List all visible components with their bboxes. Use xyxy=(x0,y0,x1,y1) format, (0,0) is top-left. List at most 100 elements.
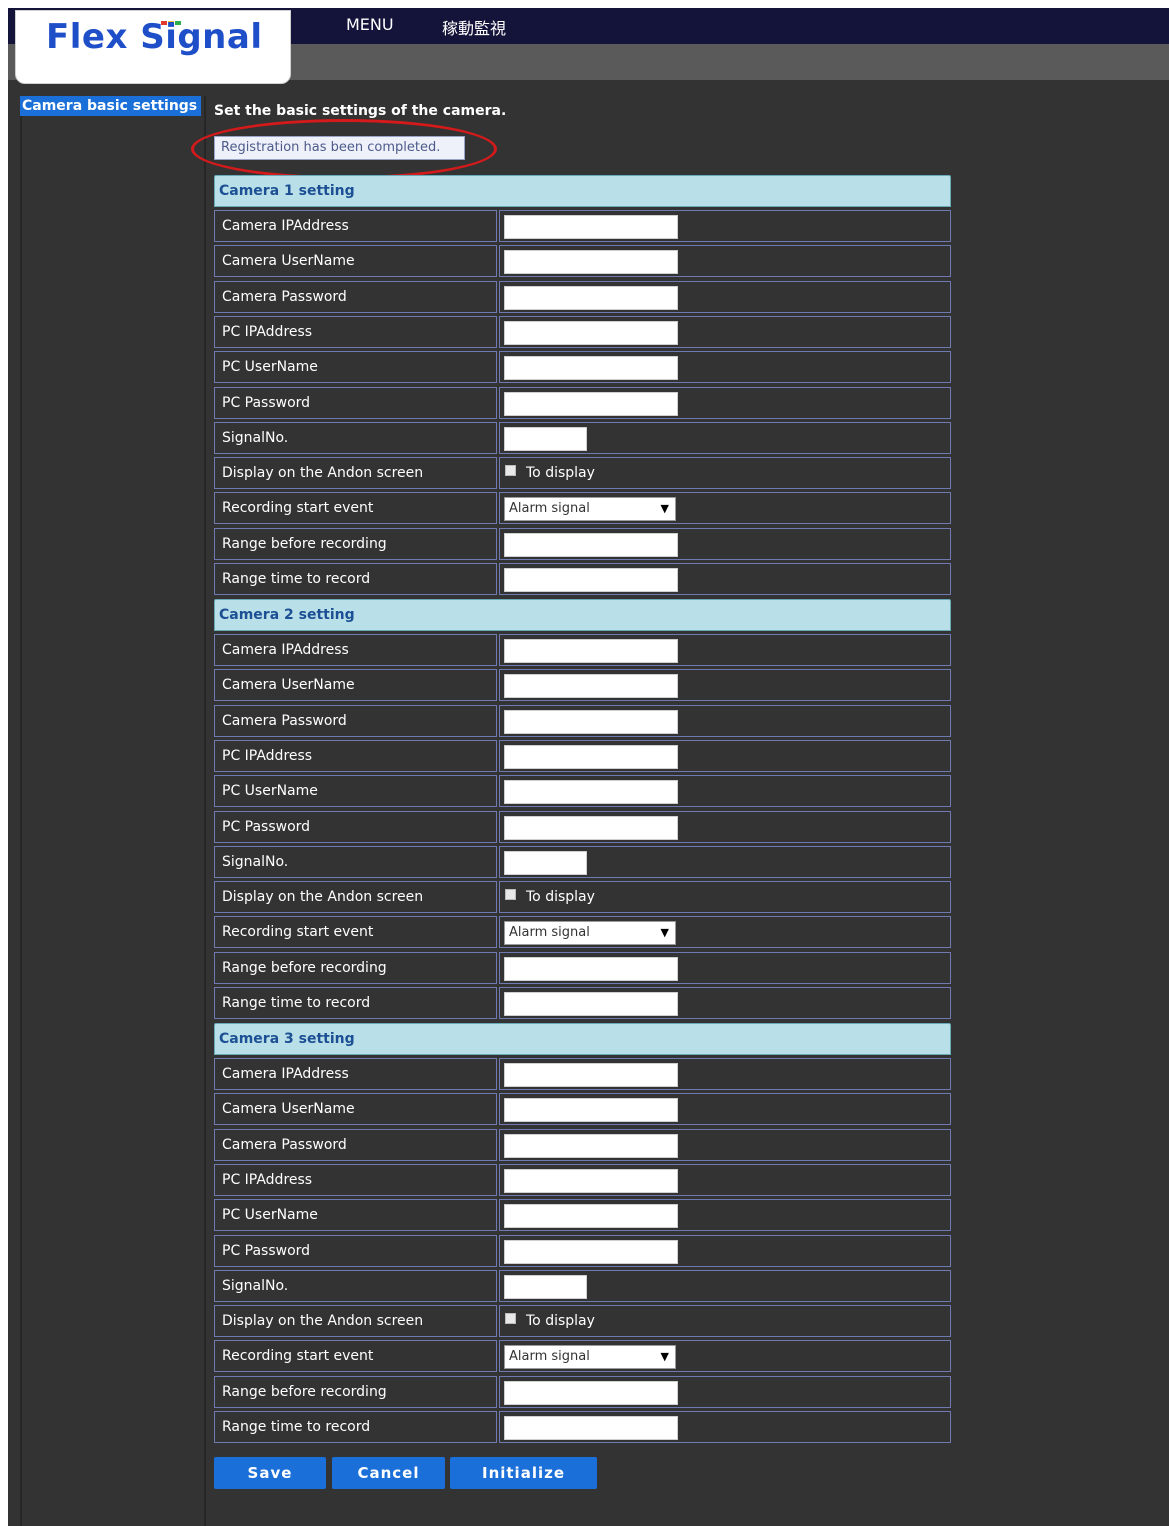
form-row: SignalNo. xyxy=(214,422,951,454)
text-input[interactable] xyxy=(504,1134,678,1158)
text-input[interactable] xyxy=(504,286,678,310)
text-input[interactable] xyxy=(504,427,587,451)
sidebar-item-camera-basic-settings[interactable]: Camera basic settings xyxy=(20,96,201,116)
section-header: Camera 1 setting xyxy=(214,175,951,207)
text-input[interactable] xyxy=(504,674,678,698)
field-value-cell: Alarm signal ▼ xyxy=(499,492,951,524)
checkbox-label[interactable]: To display xyxy=(526,458,595,488)
form-row: SignalNo. xyxy=(214,846,951,878)
logo-text: Flex Signal xyxy=(46,17,263,57)
text-input[interactable] xyxy=(504,392,678,416)
field-label: Range time to record xyxy=(214,987,497,1019)
field-label: SignalNo. xyxy=(214,422,497,454)
field-value-cell xyxy=(499,634,951,666)
text-input[interactable] xyxy=(504,1098,678,1122)
field-label: Range time to record xyxy=(214,1411,497,1443)
field-label: Display on the Andon screen xyxy=(214,1305,497,1337)
text-input[interactable] xyxy=(504,215,678,239)
form-row: Camera Password xyxy=(214,705,951,737)
dropdown-arrow-icon: ▼ xyxy=(660,502,669,515)
field-label: Camera UserName xyxy=(214,669,497,701)
cancel-button[interactable]: Cancel xyxy=(332,1457,445,1489)
field-label: PC Password xyxy=(214,387,497,419)
display-checkbox[interactable] xyxy=(505,1313,516,1324)
text-input[interactable] xyxy=(504,816,678,840)
text-input[interactable] xyxy=(504,1381,678,1405)
form-row: PC IPAddress xyxy=(214,316,951,348)
form-row: Camera IPAddress xyxy=(214,634,951,666)
form-row: Camera Password xyxy=(214,1129,951,1161)
form-row: PC Password xyxy=(214,1235,951,1267)
display-checkbox[interactable] xyxy=(505,465,516,476)
recording-event-select[interactable]: Alarm signal ▼ xyxy=(504,497,676,521)
form-row: Camera IPAddress xyxy=(214,210,951,242)
section-header: Camera 2 setting xyxy=(214,599,951,631)
nav-menu[interactable]: MENU xyxy=(346,15,394,34)
field-label: Range before recording xyxy=(214,1376,497,1408)
text-input[interactable] xyxy=(504,1416,678,1440)
field-value-cell: Alarm signal ▼ xyxy=(499,916,951,948)
text-input[interactable] xyxy=(504,533,678,557)
text-input[interactable] xyxy=(504,250,678,274)
form-row: PC IPAddress xyxy=(214,740,951,772)
field-label: SignalNo. xyxy=(214,846,497,878)
text-input[interactable] xyxy=(504,780,678,804)
display-checkbox[interactable] xyxy=(505,889,516,900)
field-value-cell xyxy=(499,528,951,560)
field-value-cell xyxy=(499,351,951,383)
dropdown-arrow-icon: ▼ xyxy=(660,1350,669,1363)
text-input[interactable] xyxy=(504,710,678,734)
form-row: Camera UserName xyxy=(214,245,951,277)
field-label: Camera Password xyxy=(214,705,497,737)
text-input[interactable] xyxy=(504,321,678,345)
field-label: Camera IPAddress xyxy=(214,1058,497,1090)
field-value-cell xyxy=(499,846,951,878)
checkbox-label[interactable]: To display xyxy=(526,882,595,912)
field-value-cell: To display xyxy=(499,457,951,489)
text-input[interactable] xyxy=(504,1169,678,1193)
field-value-cell xyxy=(499,740,951,772)
text-input[interactable] xyxy=(504,356,678,380)
recording-event-select[interactable]: Alarm signal ▼ xyxy=(504,921,676,945)
form-row: PC Password xyxy=(214,387,951,419)
form-row: PC UserName xyxy=(214,775,951,807)
field-label: Camera UserName xyxy=(214,1093,497,1125)
text-input[interactable] xyxy=(504,639,678,663)
text-input[interactable] xyxy=(504,992,678,1016)
form-row: Camera IPAddress xyxy=(214,1058,951,1090)
field-label: Recording start event xyxy=(214,492,497,524)
form-row: Camera UserName xyxy=(214,1093,951,1125)
text-input[interactable] xyxy=(504,568,678,592)
form-row: PC Password xyxy=(214,811,951,843)
field-label: PC UserName xyxy=(214,1199,497,1231)
field-value-cell xyxy=(499,1270,951,1302)
text-input[interactable] xyxy=(504,1063,678,1087)
text-input[interactable] xyxy=(504,1204,678,1228)
save-button[interactable]: Save xyxy=(214,1457,326,1489)
field-label: PC Password xyxy=(214,811,497,843)
text-input[interactable] xyxy=(504,957,678,981)
field-value-cell xyxy=(499,1129,951,1161)
form-row: Display on the Andon screen To display xyxy=(214,881,951,913)
logo[interactable]: Flex Signal xyxy=(15,10,291,84)
field-value-cell xyxy=(499,422,951,454)
dropdown-arrow-icon: ▼ xyxy=(660,926,669,939)
field-value-cell xyxy=(499,775,951,807)
field-label: Camera Password xyxy=(214,281,497,313)
form-row: Range before recording xyxy=(214,1376,951,1408)
nav-operation-monitor[interactable]: 稼動監視 xyxy=(442,15,506,39)
field-value-cell xyxy=(499,1058,951,1090)
text-input[interactable] xyxy=(504,851,587,875)
initialize-button[interactable]: Initialize xyxy=(450,1457,597,1489)
recording-event-select[interactable]: Alarm signal ▼ xyxy=(504,1345,676,1369)
field-value-cell xyxy=(499,387,951,419)
field-value-cell xyxy=(499,316,951,348)
text-input[interactable] xyxy=(504,1275,587,1299)
field-label: PC UserName xyxy=(214,351,497,383)
field-label: Recording start event xyxy=(214,1340,497,1372)
text-input[interactable] xyxy=(504,1240,678,1264)
checkbox-label[interactable]: To display xyxy=(526,1306,595,1336)
text-input[interactable] xyxy=(504,745,678,769)
select-value: Alarm signal xyxy=(509,925,590,940)
section-header: Camera 3 setting xyxy=(214,1023,951,1055)
